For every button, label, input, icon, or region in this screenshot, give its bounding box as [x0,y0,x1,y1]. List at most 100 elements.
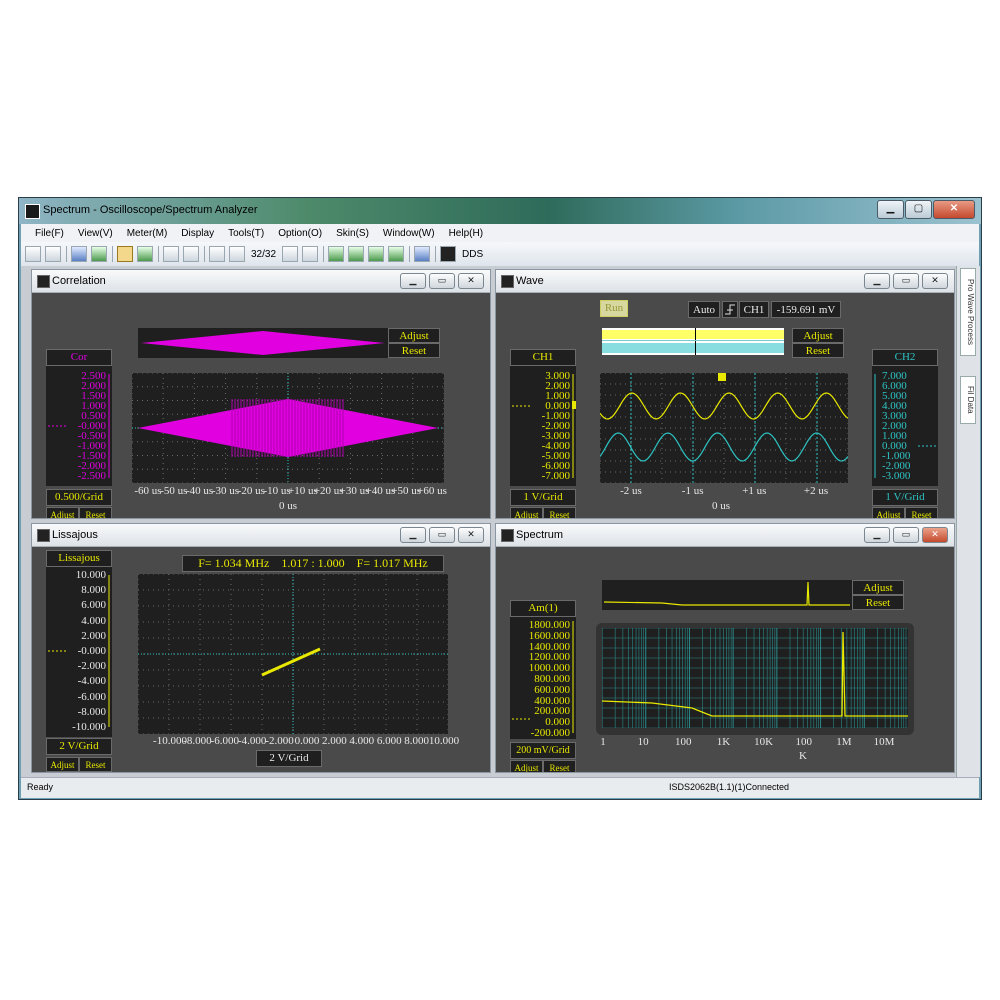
wave-bottom-reset-2[interactable]: Reset [905,507,938,518]
lissajous-minimize-button[interactable]: ▁ [400,527,426,543]
trigger-mode[interactable]: Auto [688,301,720,318]
menu-file[interactable]: File(F) [35,228,64,239]
lissajous-x-scale[interactable]: 2 V/Grid [256,750,322,767]
open-icon[interactable] [25,246,41,262]
status-bar: Ready ISDS2062B(1.1)(1)Connected [21,777,979,798]
prev-frame-icon[interactable] [229,246,245,262]
wave-overview[interactable] [602,328,784,355]
spectrum-plot[interactable] [602,628,908,728]
menu-skin[interactable]: Skin(S) [336,228,369,239]
ch2-scale[interactable]: 1 V/Grid [872,489,938,506]
trigger-channel[interactable]: CH1 [739,301,769,318]
stop-icon[interactable] [137,246,153,262]
menu-meter[interactable]: Meter(M) [127,228,168,239]
spectrum-reset-button[interactable]: Reset [852,595,904,610]
spectrum-close-button[interactable]: ✕ [922,527,948,543]
cascade-icon[interactable] [388,246,405,262]
wave-close-button[interactable]: ✕ [922,273,948,289]
menu-tools[interactable]: Tools(T) [228,228,264,239]
connect-icon[interactable] [91,246,107,262]
lissajous-plot[interactable] [138,574,448,734]
menu-window[interactable]: Window(W) [383,228,435,239]
tile-vertical-icon[interactable] [368,246,385,262]
lissajous-bottom-adjust[interactable]: Adjust [46,757,79,772]
first-frame-icon[interactable] [209,246,225,262]
dds-label[interactable]: DDS [462,249,483,260]
spectrum-icon [501,529,514,542]
correlation-adjust-button[interactable]: Adjust [388,328,440,343]
x-tick-label: -10 us [263,485,291,497]
correlation-plot[interactable] [132,373,444,483]
x-tick-label: -50 us [160,485,188,497]
close-button[interactable]: ✕ [933,200,975,219]
x-tick-label: 6.000 [376,735,402,747]
spectrum-overview[interactable] [602,580,852,610]
trigger-edge-button[interactable] [722,301,738,318]
title-bar[interactable]: Spectrum - Oscilloscope/Spectrum Analyze… [19,198,981,224]
lissajous-restore-button[interactable]: ▭ [429,527,455,543]
tile-icon[interactable] [328,246,345,262]
wave-bottom-reset[interactable]: Reset [543,507,576,518]
wave-adjust-button[interactable]: Adjust [792,328,844,343]
correlation-reset-button[interactable]: Reset [388,343,440,358]
toolbar-separator [158,246,159,262]
ch2-y-axis: 7.000 6.000 5.000 4.000 3.000 2.000 1.000 0.000… [872,366,938,486]
wave-bottom-adjust-2[interactable]: Adjust [872,507,905,518]
ch2-label[interactable]: CH2 [872,349,938,366]
lissajous-close-button[interactable]: ✕ [458,527,484,543]
correlation-close-button[interactable]: ✕ [458,273,484,289]
wave-reset-button[interactable]: Reset [792,343,844,358]
correlation-title-bar[interactable]: Correlation ▁ ▭ ✕ [32,270,490,293]
correlation-bottom-adjust[interactable]: Adjust [46,507,79,518]
spectrum-minimize-button[interactable]: ▁ [864,527,890,543]
wave-restore-button[interactable]: ▭ [893,273,919,289]
correlation-scale[interactable]: 0.500/Grid [46,489,112,506]
last-frame-icon[interactable] [302,246,319,262]
run-button[interactable]: Run [600,300,628,317]
correlation-restore-button[interactable]: ▭ [429,273,455,289]
lissajous-y-scale[interactable]: 2 V/Grid [46,738,112,755]
correlation-overview[interactable] [138,328,388,358]
minimize-button[interactable]: ▁ [877,200,904,219]
wave-minimize-button[interactable]: ▁ [864,273,890,289]
spectrum-title-bar[interactable]: Spectrum ▁ ▭ ✕ [496,524,954,547]
y-tick-label: 1000.000 [528,662,570,675]
spectrum-bottom-reset[interactable]: Reset [543,760,576,772]
side-tab-pro-wave-process[interactable]: Pro Wave Process [960,268,976,356]
x-tick-label: 10.000 [428,735,460,747]
lissajous-bottom-reset[interactable]: Reset [79,757,112,772]
ch1-label[interactable]: CH1 [510,349,576,366]
next-frame-icon[interactable] [282,246,299,262]
ch2-trace [600,432,848,462]
correlation-minimize-button[interactable]: ▁ [400,273,426,289]
menu-view[interactable]: View(V) [78,228,113,239]
correlation-bottom-reset[interactable]: Reset [79,507,112,518]
lissajous-title-bar[interactable]: Lissajous ▁ ▭ ✕ [32,524,490,547]
wave-title-bar[interactable]: Wave ▁ ▭ ✕ [496,270,954,293]
y-tick-label: -10.000 [72,721,106,733]
spectrum-bottom-adjust[interactable]: Adjust [510,760,543,772]
menu-option[interactable]: Option(O) [278,228,322,239]
spectrum-restore-button[interactable]: ▭ [893,527,919,543]
pause-icon[interactable] [163,246,179,262]
record-icon[interactable] [183,246,199,262]
menu-display[interactable]: Display [181,228,214,239]
maximize-button[interactable]: ▢ [905,200,932,219]
lissajous-icon [37,529,50,542]
wave-plot[interactable] [600,373,848,483]
help-icon[interactable] [71,246,87,262]
side-tab-fil-data[interactable]: Fil Data [960,376,976,424]
spectrum-scale[interactable]: 200 mV/Grid [510,742,576,759]
dds-icon[interactable] [440,246,457,262]
lissajous-title: Lissajous [52,529,98,541]
filter-icon[interactable] [414,246,431,262]
menu-help[interactable]: Help(H) [449,228,483,239]
save-icon[interactable] [45,246,61,262]
y-tick-label: 8.000 [81,584,106,597]
tile-horizontal-icon[interactable] [348,246,365,262]
wave-bottom-adjust[interactable]: Adjust [510,507,543,518]
spectrum-adjust-button[interactable]: Adjust [852,580,904,595]
trigger-marker-icon[interactable] [718,373,726,381]
cursor-icon[interactable] [117,246,133,262]
ch1-scale[interactable]: 1 V/Grid [510,489,576,506]
